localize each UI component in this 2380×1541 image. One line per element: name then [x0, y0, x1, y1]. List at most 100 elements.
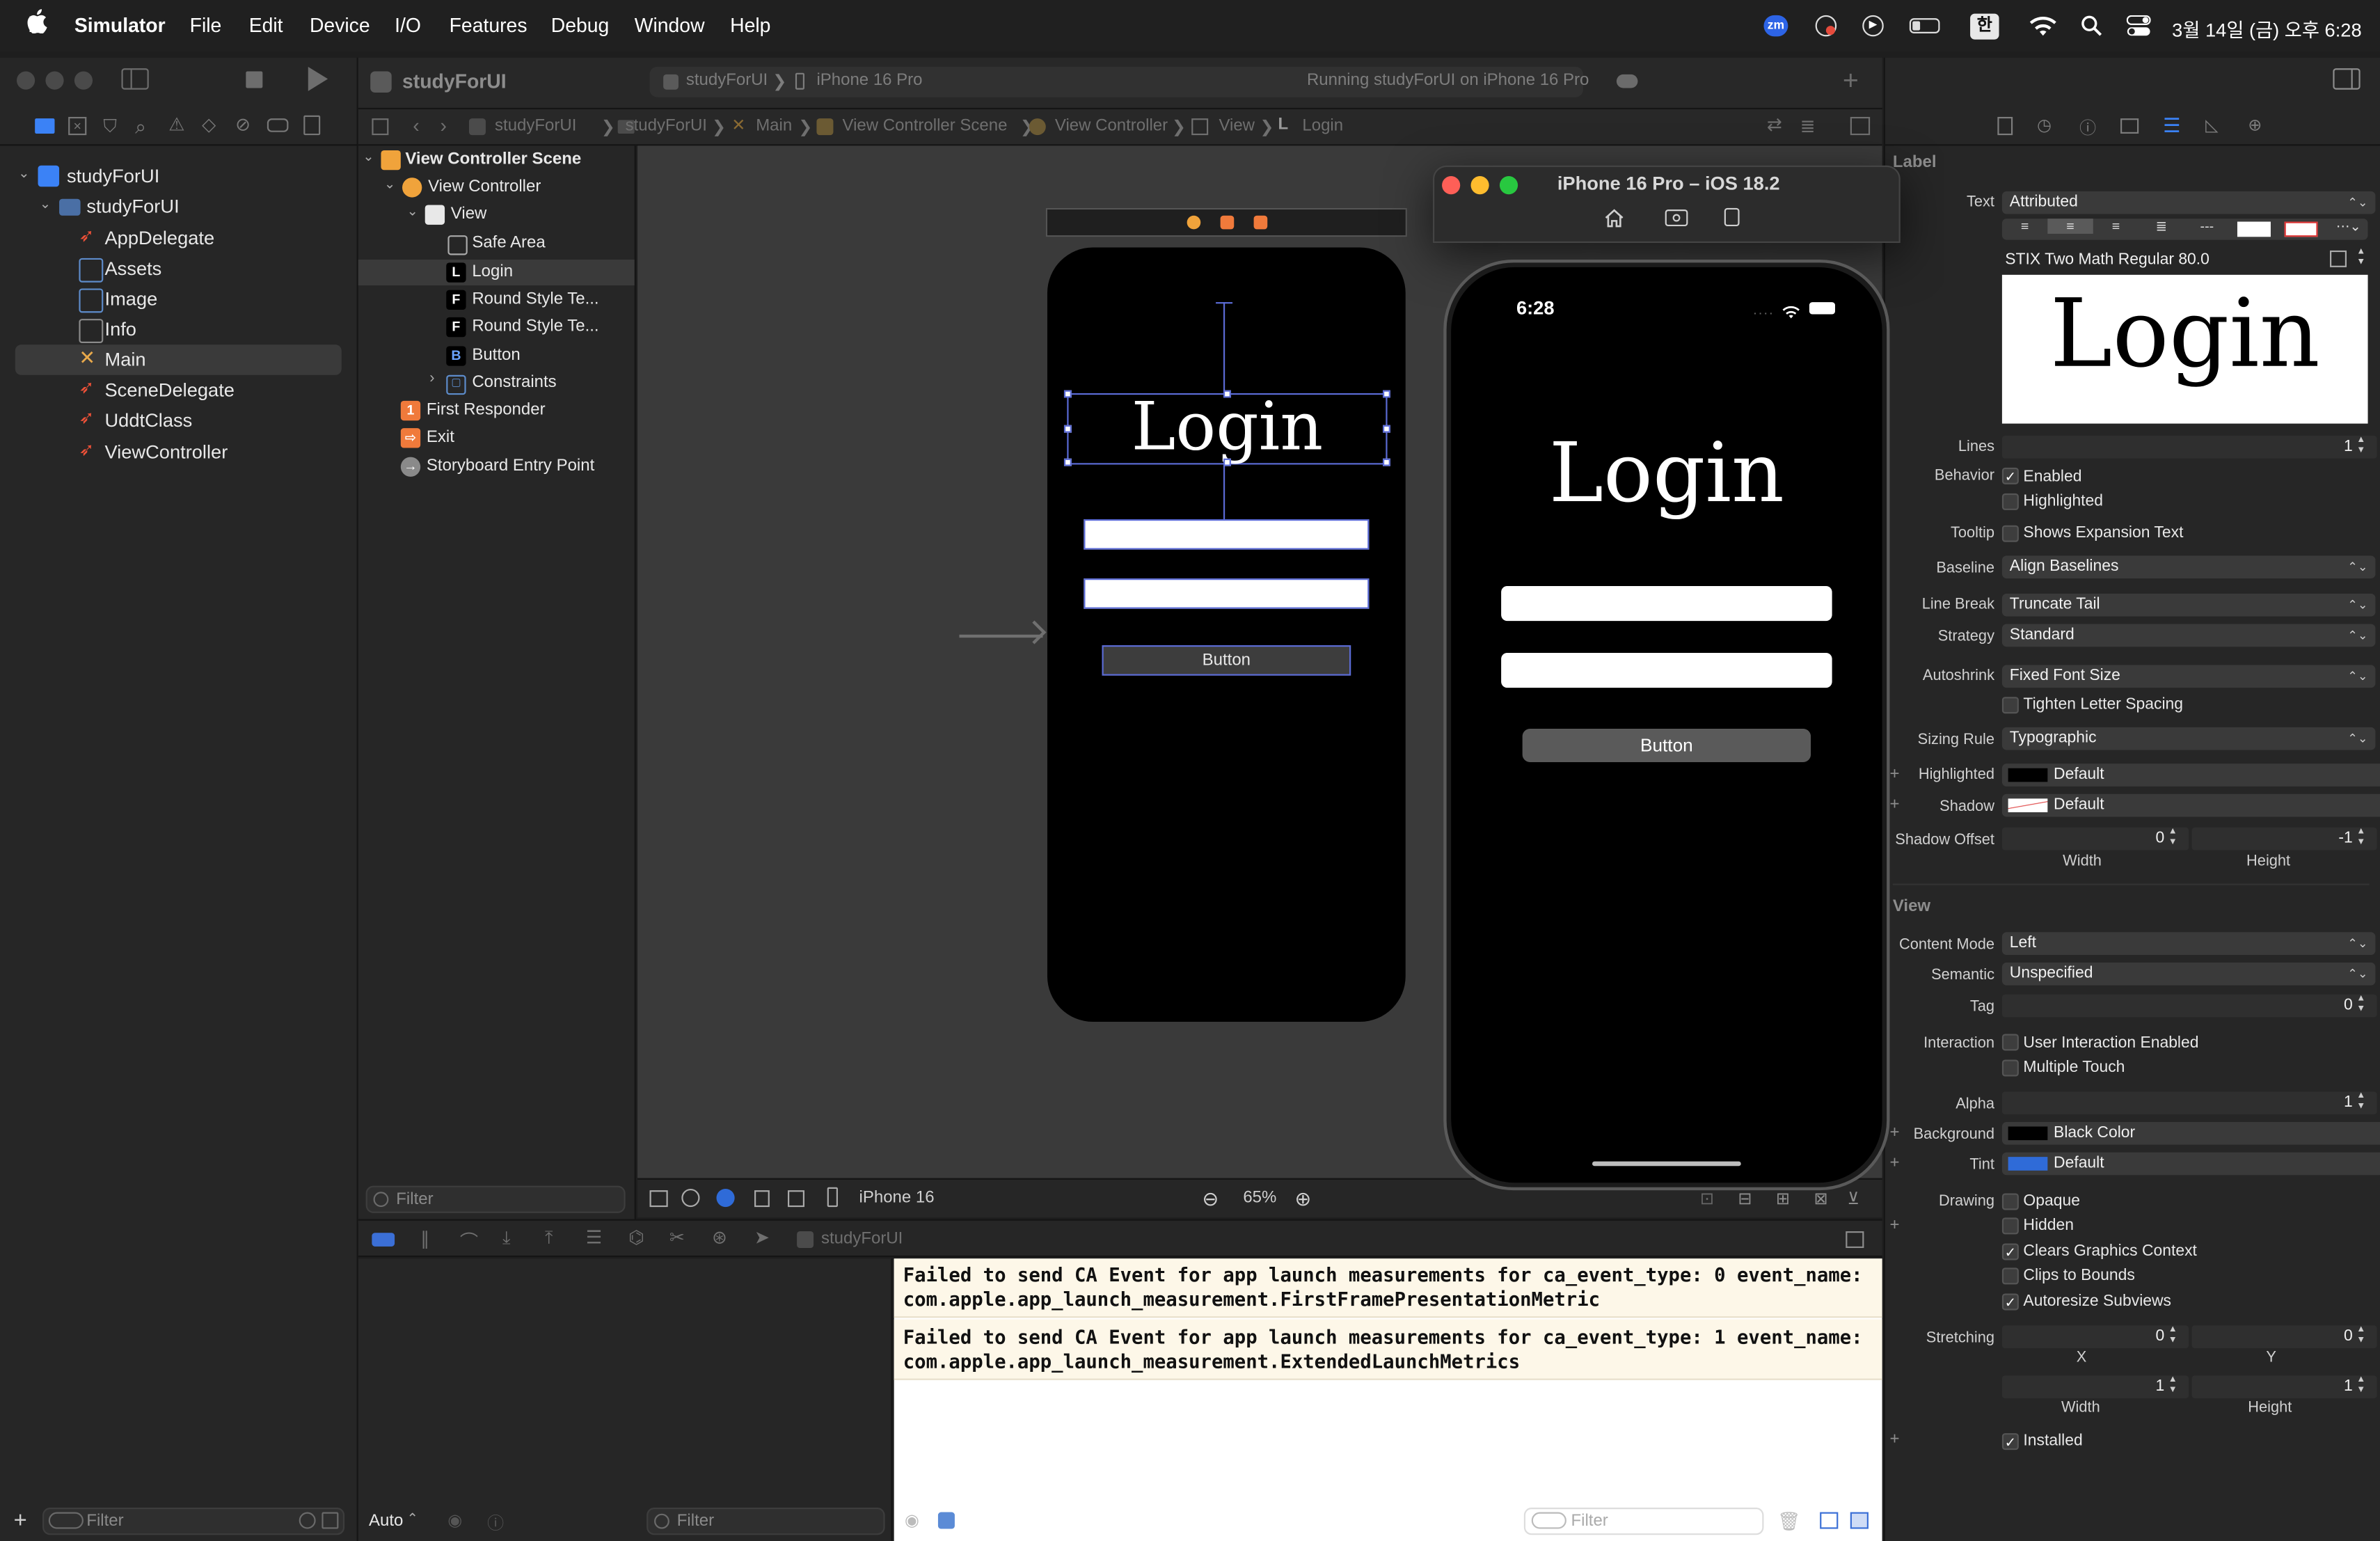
help-inspector-icon[interactable]: ⓘ: [2079, 116, 2096, 140]
autoshrink-popup[interactable]: Fixed Font Size ⌃⌄: [2001, 665, 2376, 688]
background-color-popup[interactable]: Black Color⌃⌄: [2001, 1121, 2380, 1145]
tint-color-popup[interactable]: Default⌃⌄: [2001, 1152, 2380, 1176]
outline-safe-area[interactable]: Safe Area: [358, 231, 635, 258]
align-left-icon[interactable]: ≡: [2002, 219, 2047, 234]
forward-icon[interactable]: ›: [441, 114, 447, 137]
find-icon[interactable]: ⌕: [135, 116, 146, 140]
menu-device[interactable]: Device: [310, 14, 370, 37]
control-center-icon[interactable]: [2126, 15, 2151, 37]
step-into-icon[interactable]: ⤓: [502, 1226, 511, 1249]
lines-stepper[interactable]: ▲ ▼: [2354, 436, 2368, 459]
info-icon[interactable]: ⓘ: [487, 1510, 504, 1535]
resolve-icon[interactable]: ⊠: [1814, 1189, 1827, 1208]
run-button[interactable]: [308, 66, 328, 91]
enabled-checkbox[interactable]: ✓: [2001, 467, 2019, 484]
home-icon[interactable]: [1604, 208, 1624, 235]
embed-icon[interactable]: ⊻: [1847, 1189, 1859, 1208]
menu-file[interactable]: File: [190, 14, 222, 37]
tighten-spacing-checkbox[interactable]: [2001, 697, 2019, 714]
update-frames-icon[interactable]: ⊡: [1700, 1189, 1714, 1208]
nav-item-scenedelegate[interactable]: ➶ SceneDelegate: [15, 375, 342, 406]
outline-login-label[interactable]: L Login: [358, 260, 635, 287]
toggle-navigator-icon[interactable]: [121, 68, 149, 90]
stretch-width-field[interactable]: 1: [2001, 1375, 2189, 1398]
baseline-popup[interactable]: Align Baselines ⌃⌄: [2001, 555, 2376, 579]
expansion-text-checkbox[interactable]: [2001, 525, 2019, 542]
vc-dock-icon[interactable]: [1187, 215, 1201, 230]
console-options-icon[interactable]: [937, 1512, 955, 1529]
login-label-selected[interactable]: Login: [1063, 388, 1390, 466]
alpha-field[interactable]: 1: [2001, 1091, 2377, 1115]
view-debugger-icon[interactable]: ☰: [586, 1226, 602, 1248]
simulate-location-icon[interactable]: ⊛: [712, 1226, 727, 1248]
simulator-zoom-button[interactable]: [1499, 176, 1518, 195]
stretch-height-stepper[interactable]: ▲ ▼: [2354, 1375, 2368, 1398]
breadcrumb-project[interactable]: studyForUI: [495, 117, 576, 135]
tag-stepper[interactable]: ▲ ▼: [2354, 995, 2368, 1018]
size-inspector-icon[interactable]: ◺: [2205, 116, 2218, 135]
console-eye-icon[interactable]: ◉: [905, 1510, 919, 1531]
simulator-screen[interactable]: [1451, 267, 1882, 1183]
shadow-width-field[interactable]: 0: [2001, 827, 2189, 851]
console-filter[interactable]: Filter: [1523, 1508, 1764, 1535]
app-menu[interactable]: Simulator: [74, 14, 166, 37]
history-inspector-icon[interactable]: ◷: [2037, 116, 2052, 135]
size-class-icon[interactable]: [788, 1190, 804, 1208]
split-editor-icon[interactable]: [1850, 116, 1871, 136]
trash-icon[interactable]: 🗑: [1777, 1510, 1800, 1532]
zoom-in-icon[interactable]: ⊕: [1294, 1187, 1311, 1212]
shadow-color-popup[interactable]: Default⌃⌄: [2001, 793, 2380, 817]
add-file-icon[interactable]: +: [14, 1508, 27, 1533]
add-editor-icon[interactable]: +: [1843, 65, 1859, 97]
appearance-icon[interactable]: [716, 1188, 735, 1208]
multiple-touch-checkbox[interactable]: [2001, 1059, 2019, 1077]
nav-item-folder[interactable]: ⌄ studyForUI: [15, 191, 342, 222]
scm-filter-icon[interactable]: [322, 1512, 339, 1529]
memory-graph-icon[interactable]: ⌬: [628, 1226, 644, 1248]
related-items-icon[interactable]: [372, 118, 389, 136]
clips-bounds-checkbox[interactable]: [2001, 1267, 2019, 1285]
stretch-width-stepper[interactable]: ▲ ▼: [2166, 1375, 2180, 1398]
breadcrumb-main[interactable]: Main: [756, 117, 792, 135]
stretch-y-stepper[interactable]: ▲ ▼: [2354, 1325, 2368, 1348]
text-preview[interactable]: Login: [2001, 274, 2368, 424]
window-zoom-button[interactable]: [74, 71, 93, 90]
connections-inspector-icon[interactable]: ⊕: [2248, 116, 2262, 135]
outline-exit[interactable]: ⇨ Exit: [358, 425, 635, 452]
app-button[interactable]: Button: [1522, 729, 1811, 763]
hidden-checkbox[interactable]: [2001, 1217, 2019, 1235]
breadcrumb-vc[interactable]: View Controller: [1055, 117, 1168, 135]
outline-view-controller[interactable]: ⌄ View Controller: [358, 175, 635, 202]
menu-features[interactable]: Features: [450, 14, 527, 37]
line-break-popup[interactable]: Truncate Tail ⌃⌄: [2001, 593, 2376, 617]
nav-item-main[interactable]: ✕ Main: [15, 345, 342, 375]
nav-item-image[interactable]: Image: [15, 284, 342, 315]
outline-textfield-2[interactable]: F Round Style Te...: [358, 315, 635, 342]
text-type-popup[interactable]: Attributed ⌃⌄: [2001, 191, 2376, 214]
shadow-width-stepper[interactable]: ▲ ▼: [2166, 828, 2180, 851]
storyboard-scene-view[interactable]: [1047, 247, 1406, 1022]
storyboard-textfield-1[interactable]: [1084, 519, 1370, 550]
debug-icon[interactable]: ⊘: [235, 114, 251, 136]
simulator-close-button[interactable]: [1442, 176, 1461, 195]
app-password-field[interactable]: [1501, 652, 1832, 688]
nav-item-viewcontroller[interactable]: ➶ ViewController: [15, 437, 342, 468]
stretch-height-field[interactable]: 1: [2191, 1375, 2377, 1398]
semantic-popup[interactable]: Unspecified ⌃⌄: [2001, 962, 2376, 986]
project-navigator-icon[interactable]: [35, 118, 55, 134]
nav-item-info[interactable]: Info: [15, 315, 342, 345]
variables-scope-selector[interactable]: Auto: [369, 1512, 403, 1531]
align-right-icon[interactable]: ≡: [2093, 219, 2139, 234]
menu-edit[interactable]: Edit: [249, 14, 283, 37]
window-minimize-button[interactable]: [45, 71, 64, 90]
background-color-swatch[interactable]: [2284, 221, 2318, 237]
outline-scene[interactable]: ⌄ View Controller Scene: [358, 148, 635, 175]
tag-field[interactable]: 0: [2001, 994, 2377, 1018]
stretch-y-field[interactable]: 0: [2191, 1325, 2377, 1348]
navigator-filter[interactable]: Filter: [42, 1508, 345, 1535]
editor-options-icon[interactable]: ≣: [1800, 116, 1816, 137]
device-phone-icon[interactable]: [827, 1187, 838, 1208]
step-over-icon[interactable]: ⌒: [460, 1228, 478, 1254]
menu-help[interactable]: Help: [730, 14, 770, 37]
shadow-height-field[interactable]: -1: [2191, 827, 2377, 851]
